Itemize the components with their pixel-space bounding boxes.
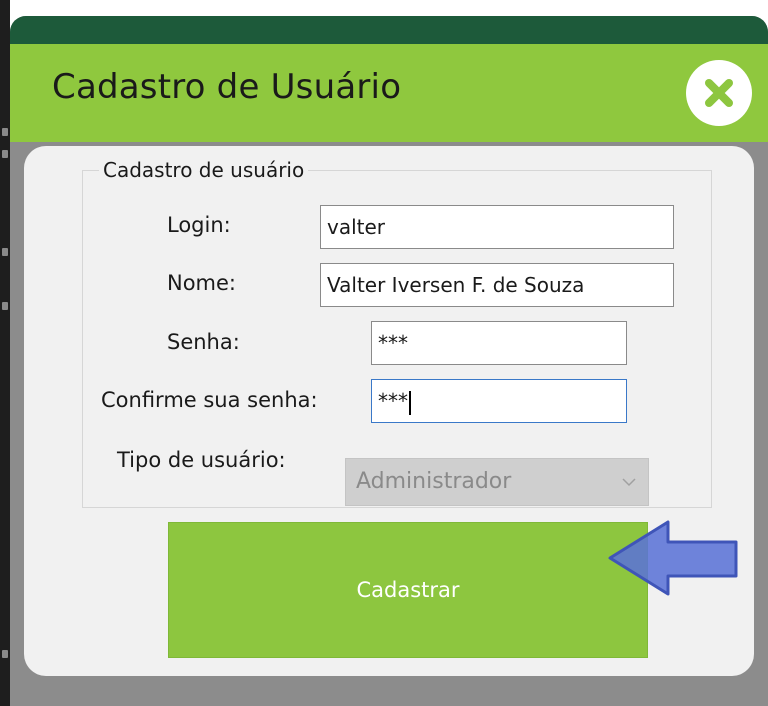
chevron-down-icon (622, 478, 636, 487)
senha-input[interactable]: *** (371, 321, 627, 365)
text-caret (409, 390, 411, 415)
arrow-left-icon (608, 520, 738, 596)
nome-label: Nome: (167, 271, 237, 295)
login-input[interactable]: valter (320, 205, 674, 249)
close-button[interactable] (686, 60, 752, 126)
confirme-senha-input[interactable]: *** (371, 379, 627, 423)
content-panel: Cadastro de usuário Login: valter Nome: … (24, 146, 754, 676)
group-title: Cadastro de usuário (99, 158, 309, 182)
window-top-rim (10, 16, 768, 44)
confirme-senha-value: *** (378, 389, 408, 413)
tipo-usuario-value: Administrador (356, 469, 512, 494)
confirme-senha-label: Confirme sua senha: (101, 388, 318, 412)
tipo-usuario-select[interactable]: Administrador (345, 458, 649, 506)
cadastrar-button[interactable]: Cadastrar (168, 522, 648, 658)
nome-input[interactable]: Valter Iversen F. de Souza (320, 263, 674, 307)
tipo-usuario-label: Tipo de usuário: (117, 448, 286, 472)
window-title: Cadastro de Usuário (52, 67, 402, 107)
background-editor-strip (0, 0, 10, 706)
user-registration-group: Cadastro de usuário Login: valter Nome: … (82, 158, 712, 508)
close-icon (705, 79, 733, 107)
senha-label: Senha: (167, 330, 240, 354)
cadastro-window: Cadastro de Usuário Cadastro de usuário … (10, 16, 768, 706)
login-label: Login: (167, 213, 231, 237)
